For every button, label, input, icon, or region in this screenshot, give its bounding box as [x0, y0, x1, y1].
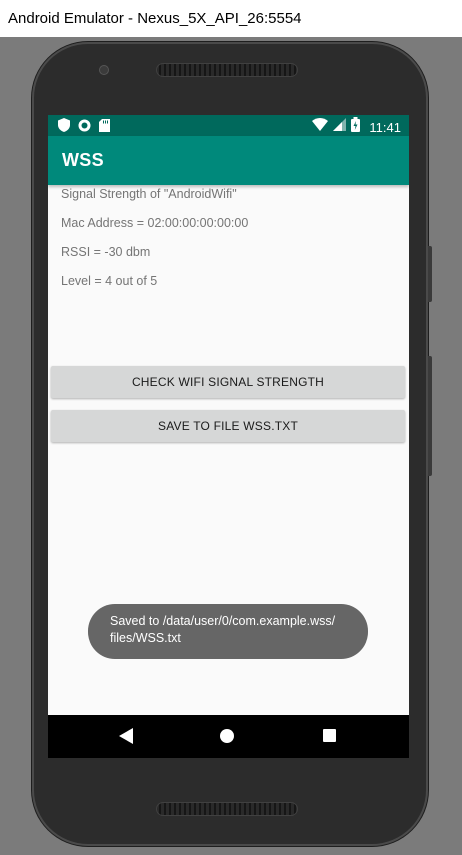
- home-icon[interactable]: [220, 729, 234, 743]
- bottom-speaker: [156, 802, 298, 816]
- power-button[interactable]: [428, 246, 432, 302]
- check-signal-button[interactable]: CHECK WIFI SIGNAL STRENGTH: [51, 366, 405, 398]
- status-time: 11:41: [369, 119, 401, 135]
- battery-icon: [351, 117, 361, 137]
- toast-message: Saved to /data/user/0/com.example.wss/ f…: [88, 604, 368, 659]
- sd-card-icon: [99, 118, 110, 137]
- shield-icon: [58, 118, 70, 137]
- signal-strength-label: Signal Strength of "AndroidWifi": [61, 187, 237, 201]
- wifi-icon: [312, 118, 329, 136]
- recents-icon[interactable]: [323, 729, 336, 742]
- app-title: WSS: [62, 150, 104, 170]
- app-bar: WSS: [48, 136, 409, 185]
- window-title: Android Emulator - Nexus_5X_API_26:5554: [0, 0, 462, 37]
- sync-icon: [78, 119, 91, 137]
- save-to-file-button[interactable]: SAVE TO FILE WSS.TXT: [51, 410, 405, 442]
- navigation-bar: [48, 715, 409, 758]
- mac-address-text: Mac Address = 02:00:00:00:00:00: [61, 216, 249, 230]
- rssi-text: RSSI = -30 dbm: [61, 245, 151, 259]
- front-camera: [99, 65, 109, 75]
- toast-text: Saved to /data/user/0/com.example.wss/ f…: [110, 614, 336, 645]
- level-text: Level = 4 out of 5: [61, 274, 158, 288]
- top-speaker: [156, 63, 298, 77]
- device-screen: 11:41 WSS Signal Strength of "AndroidWif…: [48, 115, 409, 758]
- back-icon[interactable]: [119, 728, 133, 749]
- cell-signal-icon: [333, 118, 347, 136]
- volume-button[interactable]: [428, 356, 432, 476]
- status-bar: 11:41: [48, 115, 409, 136]
